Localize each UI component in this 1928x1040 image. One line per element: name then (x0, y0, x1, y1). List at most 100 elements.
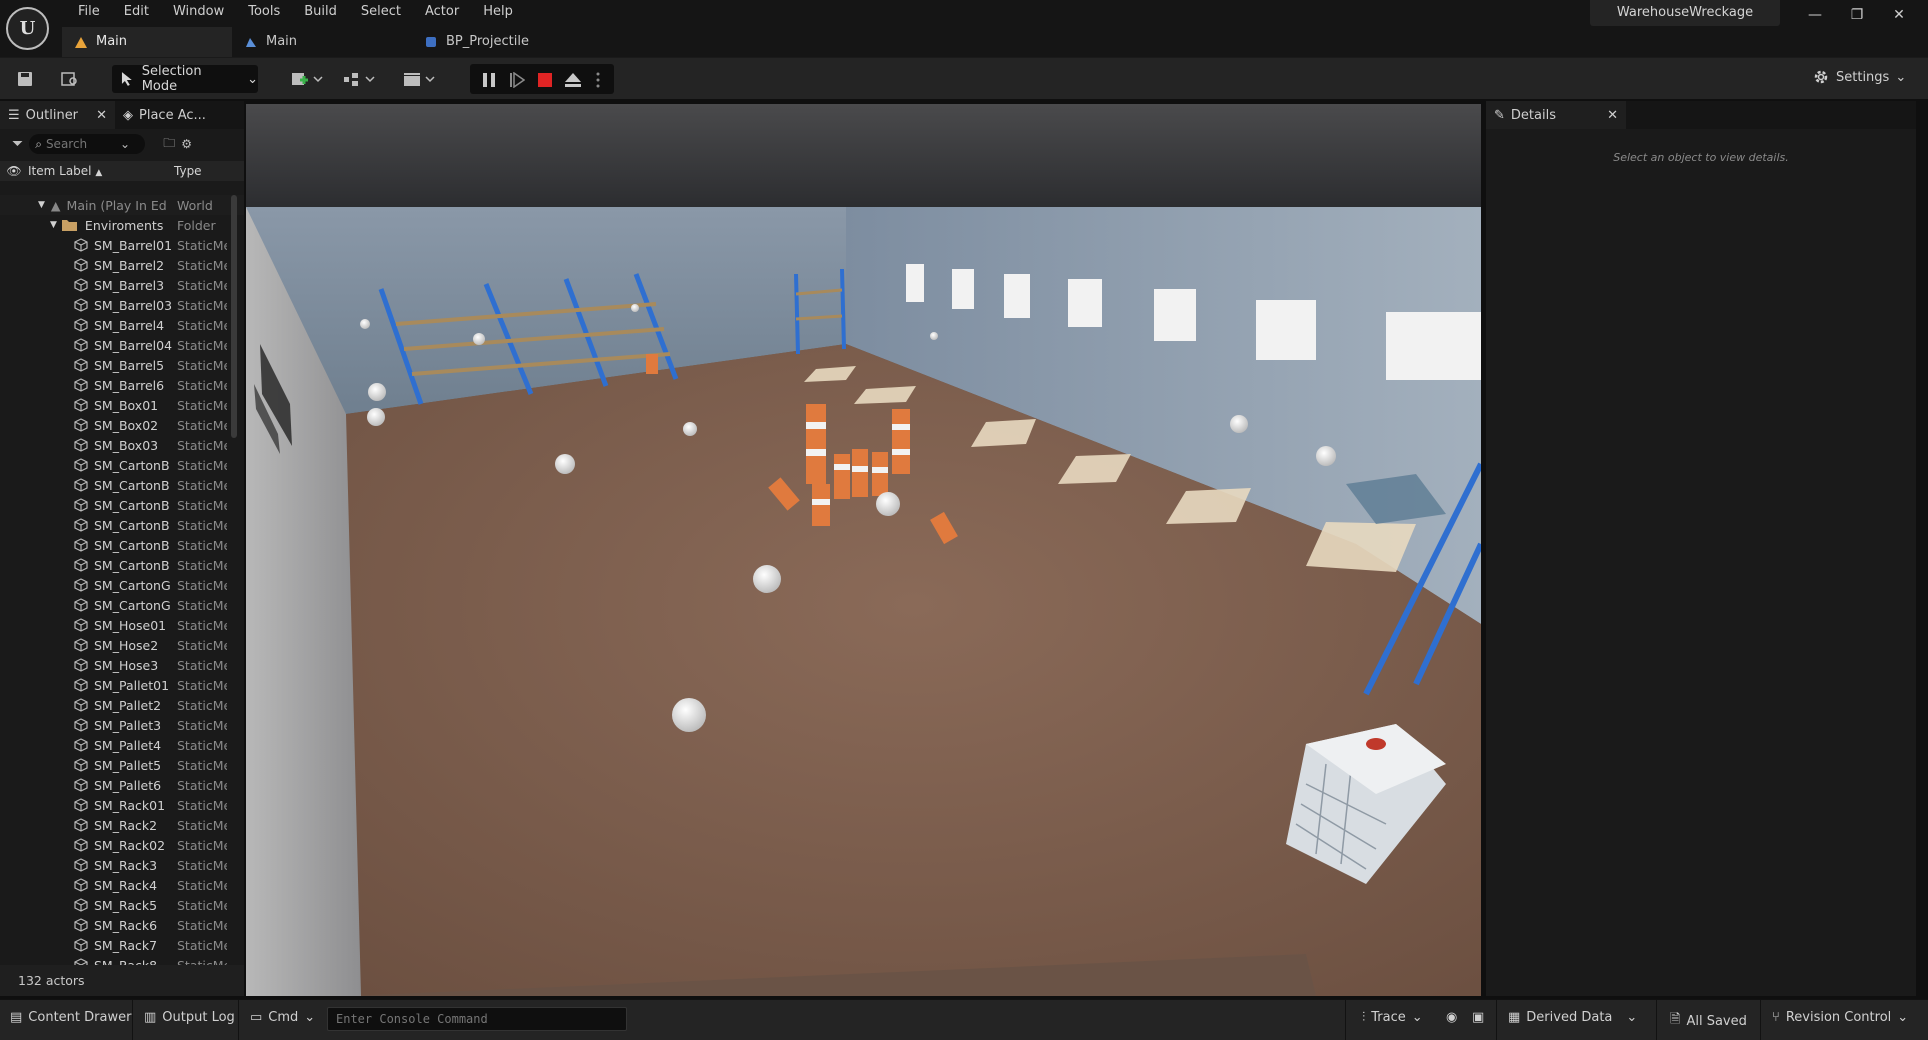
menu-tools[interactable]: Tools (236, 3, 292, 21)
outliner-row-type: StaticMe (177, 837, 227, 853)
static-mesh-icon (74, 878, 88, 892)
world-row[interactable]: ▼ ▲ Main (Play In Edit World (0, 195, 244, 215)
menu-edit[interactable]: Edit (112, 3, 161, 21)
tab-place-actors[interactable]: ◈ Place Ac... (115, 101, 214, 129)
outliner-search[interactable]: ⌕ ⌄ (29, 134, 146, 154)
outliner-row[interactable]: SM_CartonG StaticMe (0, 575, 244, 595)
collapse-arrow-icon[interactable]: ▼ (50, 220, 57, 230)
tab-main-level[interactable]: Main (62, 27, 232, 57)
outliner-row-type: StaticMe (177, 557, 227, 573)
outliner-row[interactable]: SM_CartonB StaticMe (0, 535, 244, 555)
blueprint-menu-icon[interactable] (340, 67, 378, 91)
outliner-row[interactable]: SM_Barrel3 StaticMe (0, 275, 244, 295)
outliner-row[interactable]: SM_Barrel4 StaticMe (0, 315, 244, 335)
outliner-row[interactable]: SM_Box02 StaticMe (0, 415, 244, 435)
outliner-row[interactable]: SM_Pallet3 StaticMe (0, 715, 244, 735)
cmd-dropdown[interactable]: ▭ Cmd ⌄ (250, 1010, 315, 1025)
outliner-row[interactable]: SM_Rack6 StaticMe (0, 915, 244, 935)
outliner-row[interactable]: SM_Pallet01 StaticMe (0, 675, 244, 695)
menu-window[interactable]: Window (161, 3, 236, 21)
outliner-row[interactable]: SM_Box03 StaticMe (0, 435, 244, 455)
outliner-row[interactable]: SM_Barrel04 StaticMe (0, 335, 244, 355)
menu-actor[interactable]: Actor (413, 3, 471, 21)
outliner-row[interactable]: SM_Barrel6 StaticMe (0, 375, 244, 395)
save-icon[interactable] (14, 67, 36, 91)
outliner-row[interactable]: SM_Rack5 StaticMe (0, 895, 244, 915)
stop-icon[interactable] (534, 68, 556, 92)
tab-details[interactable]: ✎ Details ✕ (1486, 101, 1626, 129)
selection-mode-dropdown[interactable]: Selection Mode ⌄ (112, 64, 258, 94)
outliner-row[interactable]: SM_Hose2 StaticMe (0, 635, 244, 655)
outliner-row[interactable]: SM_CartonB StaticMe (0, 455, 244, 475)
revision-control-dropdown[interactable]: ⑂ Revision Control ⌄ (1772, 1010, 1908, 1025)
unreal-logo-icon[interactable]: U (6, 7, 49, 50)
pause-icon[interactable] (478, 68, 500, 92)
folder-row[interactable]: ▼ Enviroments Folder (0, 215, 244, 235)
add-actor-icon[interactable] (288, 67, 326, 91)
outliner-row[interactable]: SM_Rack2 StaticMe (0, 815, 244, 835)
cmd-label: Cmd (268, 1010, 299, 1025)
add-folder-icon[interactable]: 🗀 (163, 134, 175, 155)
record-icon[interactable]: ◉ (1446, 1010, 1457, 1025)
tab-label: BP_Projectile (446, 34, 529, 49)
outliner-row[interactable]: SM_Hose01 StaticMe (0, 615, 244, 635)
tab-outliner[interactable]: ☰ Outliner ✕ (0, 101, 115, 129)
menu-select[interactable]: Select (349, 3, 413, 21)
static-mesh-icon (74, 418, 88, 432)
derived-data-dropdown[interactable]: ▦ Derived Data ⌄ (1508, 1010, 1637, 1025)
outliner-row[interactable]: SM_Pallet6 StaticMe (0, 775, 244, 795)
outliner-row[interactable]: SM_Hose3 StaticMe (0, 655, 244, 675)
outliner-row[interactable]: SM_Pallet5 StaticMe (0, 755, 244, 775)
outliner-row[interactable]: SM_Box01 StaticMe (0, 395, 244, 415)
console-command-input[interactable] (327, 1007, 627, 1031)
all-saved-button[interactable]: 🗎 All Saved (1670, 1010, 1747, 1032)
outliner-row[interactable]: SM_Rack4 StaticMe (0, 875, 244, 895)
outliner-row[interactable]: SM_Barrel03 StaticMe (0, 295, 244, 315)
close-icon[interactable]: ✕ (1607, 108, 1618, 123)
visibility-eye-icon[interactable]: 👁 (0, 164, 28, 178)
content-drawer-button[interactable]: ▤ Content Drawer (10, 1010, 131, 1025)
step-forward-icon[interactable] (506, 68, 528, 92)
outliner-row[interactable]: SM_Rack7 StaticMe (0, 935, 244, 955)
tab-main-blueprint[interactable]: Main (232, 27, 412, 57)
minimize-icon[interactable]: — (1800, 4, 1830, 26)
more-options-icon[interactable] (592, 68, 604, 92)
close-window-icon[interactable]: ✕ (1884, 4, 1914, 26)
outliner-row[interactable]: SM_CartonB StaticMe (0, 515, 244, 535)
column-item-label[interactable]: Item Label ▲ (28, 164, 168, 178)
browse-icon[interactable] (58, 67, 82, 91)
output-log-button[interactable]: ▥ Output Log (144, 1010, 235, 1025)
trace-dropdown[interactable]: ⫶ Trace ⌄ (1362, 1010, 1423, 1025)
outliner-row[interactable]: SM_Rack01 StaticMe (0, 795, 244, 815)
menu-help[interactable]: Help (471, 3, 525, 21)
settings-button[interactable]: Settings ⌄ (1812, 68, 1906, 86)
outliner-row[interactable]: SM_Barrel01 StaticMe (0, 235, 244, 255)
restore-icon[interactable]: ❐ (1842, 4, 1872, 26)
gear-icon[interactable]: ⚙ (181, 137, 192, 151)
outliner-scrollbar[interactable] (231, 195, 237, 438)
close-icon[interactable]: ✕ (96, 108, 107, 123)
outliner-row-label: SM_CartonB (94, 457, 170, 473)
outliner-row[interactable]: SM_Pallet4 StaticMe (0, 735, 244, 755)
search-input[interactable] (45, 137, 116, 151)
outliner-row[interactable]: SM_Barrel5 StaticMe (0, 355, 244, 375)
outliner-row[interactable]: SM_Rack3 StaticMe (0, 855, 244, 875)
tab-bp-projectile[interactable]: BP_Projectile (412, 27, 612, 57)
eject-icon[interactable] (562, 68, 584, 92)
outliner-row[interactable]: SM_CartonB StaticMe (0, 495, 244, 515)
collapse-arrow-icon[interactable]: ▼ (38, 200, 45, 210)
cinematics-icon[interactable] (400, 67, 438, 91)
outliner-row[interactable]: SM_CartonG StaticMe (0, 595, 244, 615)
level-viewport[interactable] (246, 104, 1481, 996)
column-type[interactable]: Type (168, 164, 202, 178)
screenshot-icon[interactable]: ▣ (1472, 1010, 1484, 1025)
outliner-row[interactable]: SM_Barrel2 StaticMe (0, 255, 244, 275)
menu-build[interactable]: Build (292, 3, 349, 21)
outliner-row[interactable]: SM_Pallet2 StaticMe (0, 695, 244, 715)
outliner-row[interactable]: SM_Rack02 StaticMe (0, 835, 244, 855)
outliner-row[interactable]: SM_CartonB StaticMe (0, 555, 244, 575)
outliner-row[interactable]: SM_CartonB StaticMe (0, 475, 244, 495)
filter-icon[interactable]: ⏷ (12, 136, 23, 152)
menu-file[interactable]: File (66, 3, 112, 21)
tab-outliner-label: Outliner (25, 107, 79, 123)
